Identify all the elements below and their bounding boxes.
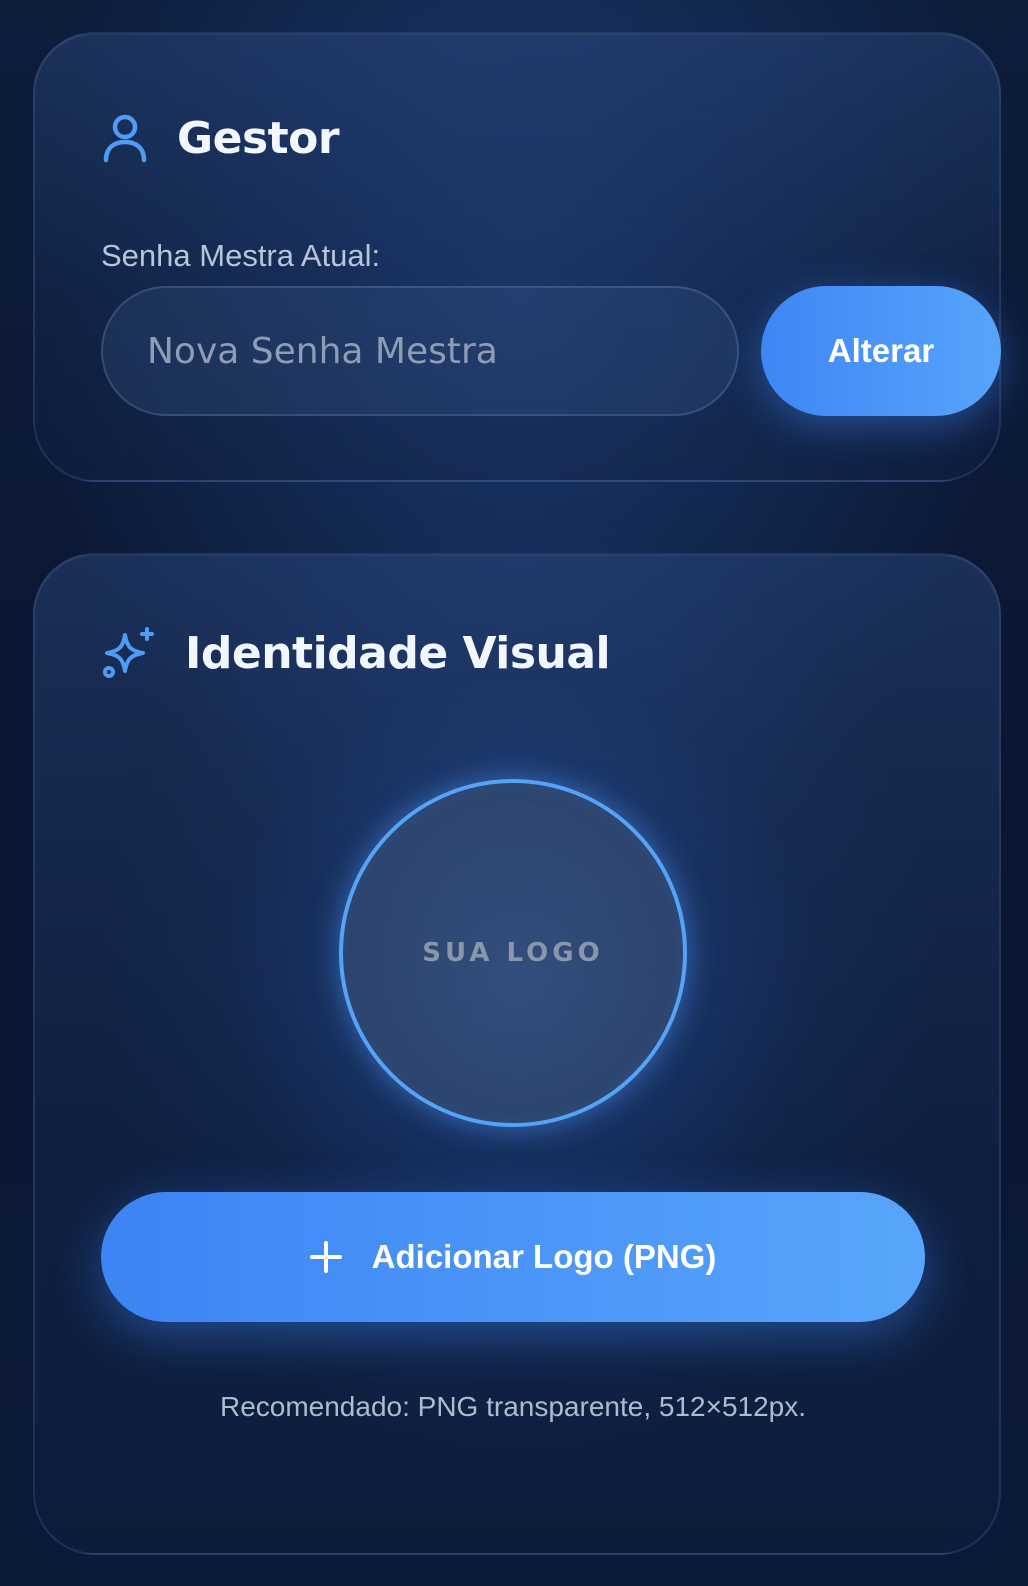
new-master-password-input[interactable] [101,286,739,416]
gestor-card: Gestor Senha Mestra Atual: Alterar [33,32,1001,482]
identity-title: Identidade Visual [185,627,611,679]
plus-icon [309,1241,342,1273]
gestor-title: Gestor [177,112,340,164]
add-logo-button[interactable]: Adicionar Logo (PNG) [101,1192,925,1322]
identity-header: Identidade Visual [101,625,611,681]
add-logo-label: Adicionar Logo (PNG) [371,1238,717,1275]
visual-identity-card: Identidade Visual SUA LOGO Adicionar Log… [33,553,1001,1555]
logo-placeholder-text: SUA LOGO [422,938,604,968]
master-password-label: Senha Mestra Atual: [101,238,381,273]
user-icon [101,112,149,164]
change-password-button[interactable]: Alterar [761,286,1001,416]
logo-recommendation-hint: Recomendado: PNG transparente, 512×512px… [219,1391,807,1422]
gestor-header: Gestor [101,112,340,164]
sparkles-icon [101,625,157,681]
logo-preview[interactable]: SUA LOGO [339,779,687,1127]
